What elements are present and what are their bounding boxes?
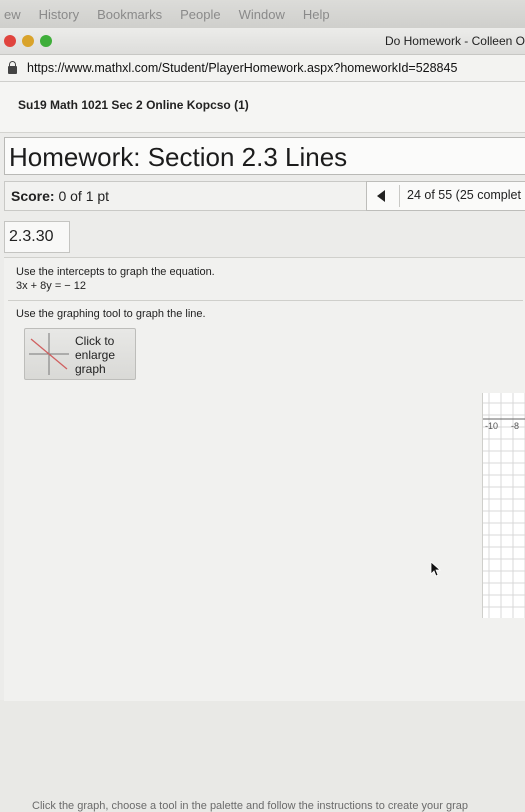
address-bar[interactable]: https://www.mathxl.com/Student/PlayerHom… — [0, 55, 525, 82]
url-text[interactable]: https://www.mathxl.com/Student/PlayerHom… — [27, 61, 457, 75]
question-navigator: 24 of 55 (25 complet — [366, 181, 525, 211]
x-tick-label-neg8: -8 — [511, 421, 520, 431]
question-progress[interactable]: 24 of 55 (25 complet — [407, 188, 521, 202]
enlarge-graph-label: Click to enlarge graph — [75, 334, 116, 376]
navigator-divider — [399, 185, 400, 207]
close-window-button[interactable] — [4, 35, 16, 47]
homework-title: Homework: Section 2.3 Lines — [9, 142, 348, 172]
lock-icon — [8, 60, 17, 74]
score-row: Score: 0 of 1 pt 24 of 55 (25 complet — [4, 181, 525, 211]
question-instruction: Use the intercepts to graph the equation… — [16, 266, 215, 278]
score-label: Score: — [11, 188, 55, 204]
score-value: 0 of 1 pt — [58, 188, 110, 204]
graph-canvas[interactable]: -10 -8 — [482, 393, 525, 618]
question-equation: 3x + 8y = − 12 — [16, 280, 87, 292]
menu-item-window[interactable]: Window — [239, 7, 285, 22]
menu-item-help[interactable]: Help — [303, 7, 330, 22]
menu-item-people[interactable]: People — [180, 7, 220, 22]
window-title: Do Homework - Colleen O — [384, 34, 525, 48]
previous-question-icon[interactable] — [377, 190, 385, 202]
graphing-instruction: Use the graphing tool to graph the line. — [16, 308, 206, 320]
menu-item-history[interactable]: History — [39, 7, 79, 22]
x-tick-label-neg10: -10 — [485, 421, 499, 431]
course-title: Su19 Math 1021 Sec 2 Online Kopcso (1) — [18, 98, 249, 112]
enlarge-graph-button[interactable]: Click to enlarge graph — [24, 328, 136, 380]
window-controls — [4, 35, 52, 47]
graph-instructions: Click the graph, choose a tool in the pa… — [32, 800, 468, 812]
minimize-window-button[interactable] — [22, 35, 34, 47]
zoom-window-button[interactable] — [40, 35, 52, 47]
section-divider — [8, 300, 523, 301]
graph-thumbnail-icon — [29, 333, 69, 375]
menu-item-bookmarks[interactable]: Bookmarks — [97, 7, 162, 22]
menu-bar: ew History Bookmarks People Window Help — [0, 0, 525, 28]
menu-item-view[interactable]: ew — [4, 7, 21, 22]
question-area: Use the intercepts to graph the equation… — [4, 257, 525, 812]
mouse-pointer-icon — [430, 561, 442, 577]
question-number-box: 2.3.30 — [4, 221, 70, 253]
homework-area: Homework: Section 2.3 Lines Score: 0 of … — [0, 133, 525, 812]
score: Score: 0 of 1 pt — [11, 188, 109, 204]
homework-title-box: Homework: Section 2.3 Lines — [4, 137, 525, 175]
question-number: 2.3.30 — [9, 228, 54, 245]
course-header: Su19 Math 1021 Sec 2 Online Kopcso (1) — [0, 82, 525, 133]
window-title-bar: Do Homework - Colleen O — [0, 28, 525, 55]
